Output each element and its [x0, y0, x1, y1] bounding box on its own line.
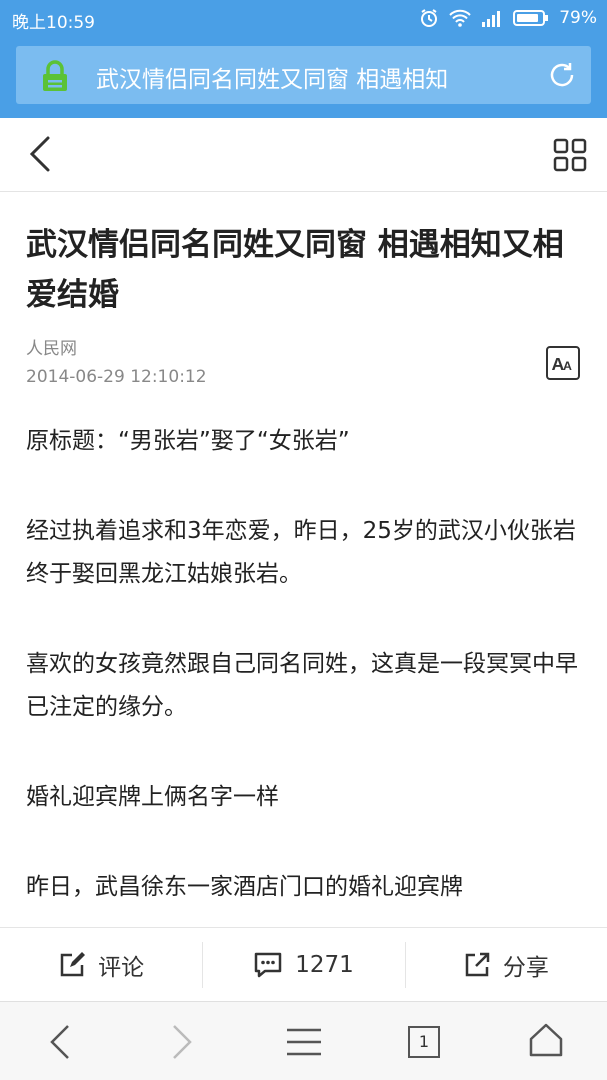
comment-button[interactable]: 评论	[0, 928, 202, 1001]
comment-label: 评论	[98, 954, 145, 981]
tabs-button[interactable]: 1	[408, 1026, 440, 1058]
message-icon	[254, 952, 282, 977]
url-bar[interactable]: 武汉情侣同名同姓又同窗 相遇相知	[16, 46, 591, 104]
article-paragraph: 原标题：“男张岩”娶了“女张岩”	[26, 428, 350, 454]
article-paragraph: 婚礼迎宾牌上俩名字一样	[26, 784, 279, 810]
article-paragraph: 昨日，武昌徐东一家酒店门口的婚礼迎宾牌	[26, 874, 463, 900]
url-bar-container: 武汉情侣同名同姓又同窗 相遇相知	[0, 36, 607, 118]
article-source[interactable]: 人民网	[26, 336, 586, 362]
article-action-bar: 评论 1271 分享	[0, 927, 607, 1001]
url-text[interactable]: 武汉情侣同名同姓又同窗 相遇相知	[96, 60, 448, 94]
alarm-icon	[421, 9, 438, 27]
status-bar: 晚上10:59 79%	[0, 0, 607, 36]
signal-icon	[482, 11, 501, 27]
share-icon	[465, 952, 490, 976]
back-arrow-icon[interactable]	[24, 134, 60, 174]
browser-forward-icon[interactable]	[168, 1022, 196, 1062]
article-top-nav	[0, 118, 607, 192]
battery-icon	[513, 10, 549, 26]
article-paragraph: 喜欢的女孩竟然跟自己同名同姓，这真是一段冥冥中早已注定的缘分。	[26, 651, 578, 720]
browser-toolbar: 1	[0, 1001, 607, 1080]
menu-icon[interactable]	[285, 1026, 323, 1058]
refresh-icon[interactable]	[547, 60, 577, 90]
battery-percent: 79%	[559, 8, 597, 28]
edit-icon	[60, 951, 86, 976]
article-date: 2014-06-29 12:10:12	[26, 367, 207, 387]
grid-menu-icon[interactable]	[553, 138, 587, 172]
comment-count: 1271	[295, 951, 354, 978]
svg-text:A: A	[563, 359, 572, 373]
share-label: 分享	[502, 954, 549, 981]
article-meta: 人民网 2014-06-29 12:10:12 A A	[26, 336, 586, 398]
wifi-icon	[449, 9, 471, 27]
share-button[interactable]: 分享	[404, 928, 607, 1001]
browser-back-icon[interactable]	[46, 1022, 74, 1062]
article-paragraph: 经过执着追求和3年恋爱，昨日，25岁的武汉小伙张岩终于娶回黑龙江姑娘张岩。	[26, 518, 576, 587]
status-icons: 79%	[419, 8, 597, 28]
status-time: 晚上10:59	[12, 13, 95, 33]
font-size-icon[interactable]: A A	[546, 346, 580, 380]
lock-icon	[43, 60, 67, 91]
article-title: 武汉情侣同名同姓又同窗 相遇相知又相爱结婚	[26, 227, 564, 313]
article-body: 原标题：“男张岩”娶了“女张岩” 经过执着追求和3年恋爱，昨日，25岁的武汉小伙…	[26, 420, 586, 909]
comment-count-button[interactable]: 1271	[202, 928, 404, 1001]
home-icon[interactable]	[528, 1022, 564, 1058]
article: 武汉情侣同名同姓又同窗 相遇相知又相爱结婚 人民网 2014-06-29 12:…	[26, 192, 586, 956]
